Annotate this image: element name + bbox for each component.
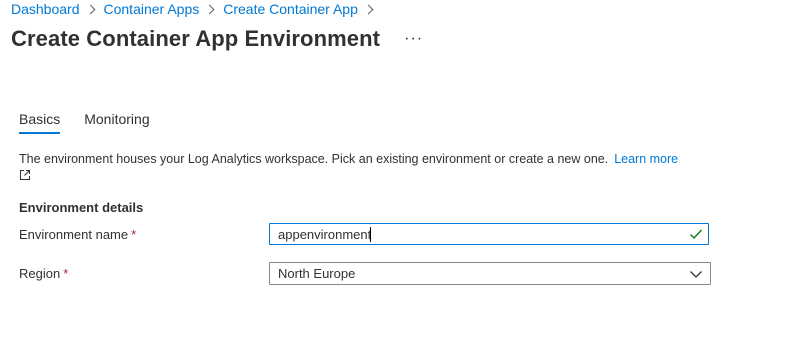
section-heading: Environment details bbox=[19, 200, 144, 215]
chevron-right-icon bbox=[204, 4, 215, 14]
chevron-right-icon bbox=[85, 4, 95, 14]
breadcrumb-container-apps[interactable]: Container Apps bbox=[104, 0, 200, 18]
text-caret bbox=[370, 226, 372, 242]
tab-basics[interactable]: Basics bbox=[19, 111, 61, 134]
description-text: The environment houses your Log Analytic… bbox=[19, 152, 609, 166]
page: Dashboard Container Apps Create Containe… bbox=[0, 0, 787, 348]
description: The environment houses your Log Analytic… bbox=[19, 151, 719, 185]
breadcrumb-dashboard[interactable]: Dashboard bbox=[11, 0, 80, 18]
required-mark: * bbox=[63, 266, 69, 281]
environment-name-field[interactable]: appenvironment bbox=[269, 223, 709, 245]
environment-name-label-text: Environment name bbox=[19, 227, 129, 242]
environment-name-input[interactable]: appenvironment bbox=[270, 224, 688, 244]
region-label: Region * bbox=[19, 266, 68, 281]
region-selected-value: North Europe bbox=[278, 266, 356, 281]
more-options-button[interactable]: ··· bbox=[404, 30, 423, 48]
chevron-down-icon bbox=[690, 270, 702, 278]
checkmark-icon bbox=[690, 229, 703, 240]
chevron-right-icon bbox=[363, 4, 374, 14]
external-link-icon[interactable] bbox=[19, 169, 31, 185]
title-row: Create Container App Environment ··· bbox=[11, 26, 423, 52]
breadcrumb: Dashboard Container Apps Create Containe… bbox=[11, 0, 382, 18]
required-mark: * bbox=[131, 227, 137, 242]
tab-monitoring[interactable]: Monitoring bbox=[84, 111, 149, 133]
tab-bar: Basics Monitoring bbox=[19, 111, 174, 134]
region-label-text: Region bbox=[19, 266, 61, 281]
page-title: Create Container App Environment bbox=[11, 26, 381, 51]
breadcrumb-create-container-app[interactable]: Create Container App bbox=[223, 0, 358, 18]
learn-more-link[interactable]: Learn more bbox=[614, 152, 678, 166]
environment-name-label: Environment name * bbox=[19, 227, 136, 242]
region-dropdown[interactable]: North Europe bbox=[269, 262, 711, 285]
environment-name-value: appenvironment bbox=[278, 226, 372, 242]
